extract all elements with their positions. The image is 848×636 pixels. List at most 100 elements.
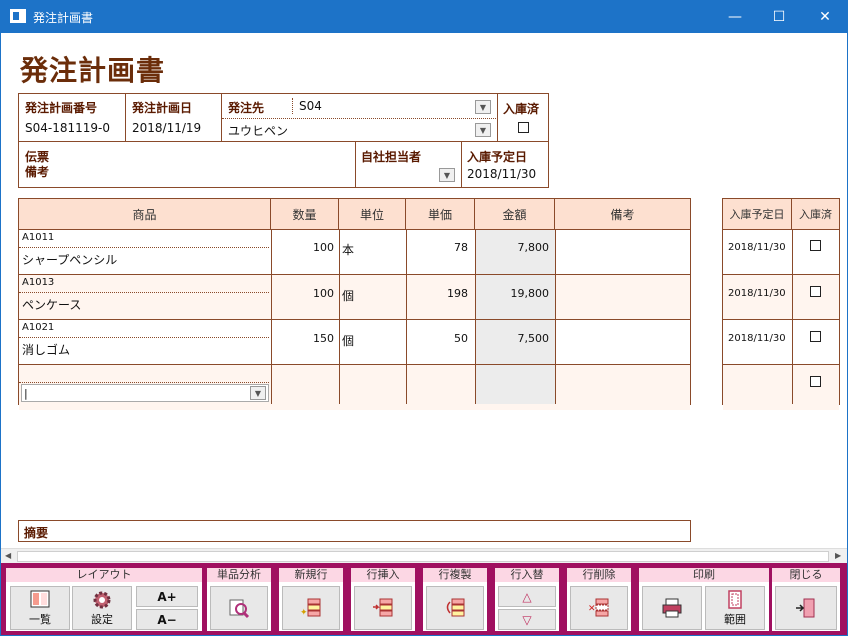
maximize-button[interactable]: ☐ [756,0,802,33]
product-dropdown-icon[interactable]: ▼ [250,386,266,400]
row-received-checkbox[interactable] [810,331,821,342]
copy-row-button[interactable] [426,586,484,630]
unit-cell[interactable]: 本 [342,241,354,258]
list-button[interactable]: 一覧 [10,586,70,630]
close-button[interactable] [775,586,837,630]
swap-row-group-title: 行入替 [495,568,559,582]
close-window-button[interactable]: ✕ [802,0,848,33]
font-increase-button[interactable]: A+ [136,586,198,607]
qty-cell[interactable]: 100 [271,241,334,254]
product-code[interactable]: A1013 [22,277,54,288]
plan-no-value[interactable]: S04-181119-0 [25,121,110,135]
supplier-code-dropdown-icon[interactable]: ▼ [475,100,491,114]
copy-row-group-title: 行複製 [423,568,487,582]
gear-icon [93,591,111,609]
page-title: 発注計画書 [20,54,166,87]
supplier-name-field[interactable]: ユウヒペン [228,122,288,139]
analysis-group-title: 単品分析 [207,568,271,582]
move-row-up-button[interactable]: △ [498,586,556,607]
plan-date-value[interactable]: 2018/11/19 [132,121,201,135]
horizontal-scrollbar[interactable]: ◀ ▶ [1,548,847,563]
plan-date-label: 発注計画日 [132,101,193,115]
memo-label: 伝票 備考 [25,150,50,179]
product-name: シャープペンシル [22,253,118,267]
unit-cell[interactable]: 個 [342,287,354,304]
qty-cell[interactable]: 150 [271,332,334,345]
delete-row-group: 行削除 ✕ [567,568,631,631]
analysis-button[interactable] [210,586,268,630]
received-checkbox[interactable] [518,122,529,133]
new-row-group-title: 新規行 [279,568,343,582]
scroll-right-icon[interactable]: ▶ [835,551,841,560]
minimize-button[interactable]: — [712,0,758,33]
side-table: 入庫予定日 入庫済 2018/11/30 2018/11/30 2018/11/… [722,198,840,410]
col-header-amount: 金額 [475,199,555,229]
header-row-1: 発注計画番号 S04-181119-0 発注計画日 2018/11/19 発注先… [18,93,549,142]
row-due-date[interactable]: 2018/11/30 [728,333,786,344]
triangle-down-icon: ▽ [522,612,532,627]
bottom-toolbar: レイアウト 一覧 設定 A+ A− 単品分析 新規行 ✦ 行挿入 行複製 行入替… [1,563,847,635]
supplier-name-dropdown-icon[interactable]: ▼ [475,123,491,137]
delete-row-button[interactable]: ✕ [570,586,628,630]
insert-row-button[interactable] [354,586,412,630]
product-code[interactable]: A1011 [22,232,54,243]
svg-text:✦: ✦ [300,608,308,618]
window-title: 発注計画書 [33,11,94,25]
col-header-qty: 数量 [271,199,339,229]
copy-row-icon [446,598,465,617]
product-code[interactable]: A1021 [22,322,54,333]
scroll-thumb[interactable] [17,551,829,562]
product-name: 消しゴム [22,343,71,357]
close-group: 閉じる [772,568,840,631]
staff-label: 自社担当者 [361,150,422,164]
scroll-left-icon[interactable]: ◀ [5,551,11,560]
font-decrease-button[interactable]: A− [136,609,198,630]
received-label: 入庫済 [503,102,540,116]
supplier-code-field[interactable]: S04 [299,99,322,113]
swap-row-group: 行入替 △ ▽ [495,568,559,631]
delete-row-group-title: 行削除 [567,568,631,582]
row-due-date[interactable]: 2018/11/30 [728,288,786,299]
layout-group: レイアウト 一覧 設定 A+ A− [6,568,202,631]
summary-field[interactable]: 摘要 [18,520,691,542]
price-cell[interactable]: 78 [406,241,468,254]
insert-row-group: 行挿入 [351,568,415,631]
side-header-received: 入庫済 [792,199,839,229]
close-group-title: 閉じる [772,568,840,582]
plan-no-label: 発注計画番号 [25,101,98,115]
amount-cell: 7,800 [517,241,550,254]
staff-dropdown-icon[interactable]: ▼ [439,168,455,182]
print-button[interactable] [642,586,702,630]
col-header-unit: 単位 [339,199,406,229]
qty-cell[interactable]: 100 [271,287,334,300]
unit-cell[interactable]: 個 [342,332,354,349]
due-date-value[interactable]: 2018/11/30 [467,167,536,181]
due-date-label: 入庫予定日 [467,150,528,164]
move-row-down-button[interactable]: ▽ [498,609,556,630]
product-select-input[interactable]: | [21,384,269,402]
row-received-checkbox[interactable] [810,286,821,297]
price-cell[interactable]: 198 [406,287,468,300]
page-range-icon [728,590,742,609]
row-received-checkbox[interactable] [810,376,821,387]
summary-label: 摘要 [24,526,49,540]
insert-row-group-title: 行挿入 [351,568,415,582]
app-icon [10,9,26,23]
new-row-button[interactable]: ✦ [282,586,340,630]
side-header-due: 入庫予定日 [723,199,792,229]
col-header-note: 備考 [555,199,690,229]
print-group: 印刷 範囲 [639,568,769,631]
print-range-button[interactable]: 範囲 [705,586,765,630]
product-name: ペンケース [22,298,82,312]
row-due-date[interactable]: 2018/11/30 [728,242,786,253]
copy-row-group: 行複製 [423,568,487,631]
header-row-2: 伝票 備考 自社担当者 ▼ 入庫予定日 2018/11/30 [18,141,549,188]
row-received-checkbox[interactable] [810,240,821,251]
svg-text:✕: ✕ [588,604,596,614]
window-titlebar: 発注計画書 — ☐ ✕ [0,0,848,33]
price-cell[interactable]: 50 [406,332,468,345]
magnifier-chart-icon [229,599,250,619]
settings-button[interactable]: 設定 [72,586,132,630]
supplier-label: 発注先 [228,101,265,115]
layout-group-title: レイアウト [6,568,202,582]
